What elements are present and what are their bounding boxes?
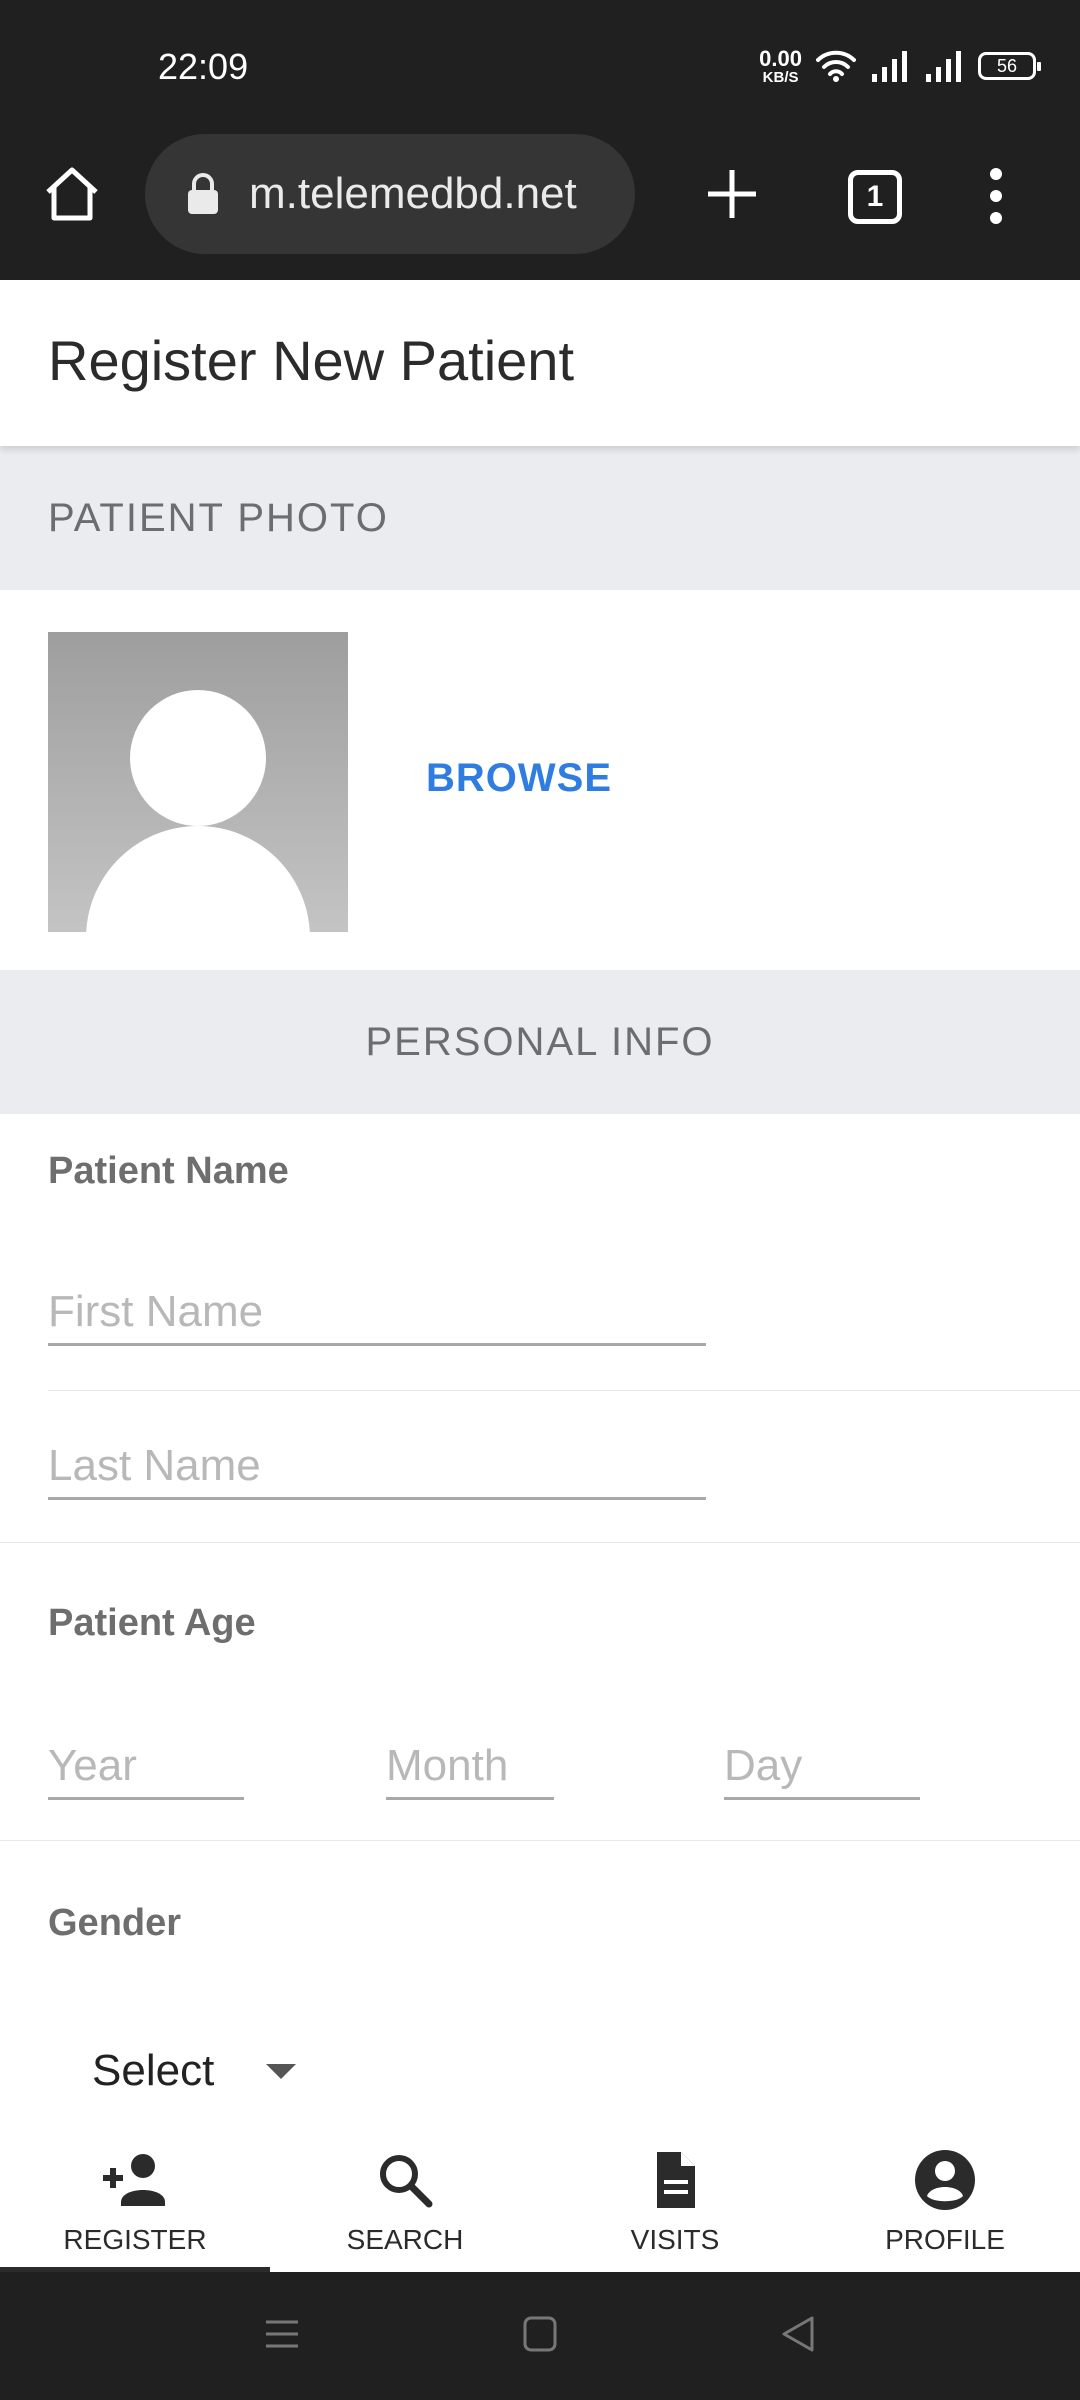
wifi-icon [816, 50, 856, 82]
divider [0, 1542, 1080, 1543]
signal-icon-2 [926, 51, 961, 82]
nav-register[interactable]: REGISTER [0, 2128, 270, 2272]
gender-select[interactable]: Select [92, 2046, 297, 2096]
more-vert-icon[interactable] [982, 164, 1010, 228]
divider [0, 1840, 1080, 1841]
avatar-head [130, 690, 266, 826]
personal-info-section-header: PERSONAL INFO [0, 970, 1080, 1114]
browser-toolbar: m.telemedbd.net 1 [0, 130, 1080, 280]
personal-info-title: PERSONAL INFO [365, 1019, 715, 1064]
search-icon [380, 2155, 433, 2208]
nav-register-label: REGISTER [63, 2224, 207, 2255]
person-add-icon [103, 2154, 165, 2206]
gender-label: Gender [48, 1902, 182, 1944]
patient-age-label: Patient Age [48, 1602, 256, 1644]
network-speed-value: 0.00 [759, 45, 802, 71]
patient-photo-section-header: PATIENT PHOTO [0, 446, 1080, 590]
status-time: 22:09 [158, 46, 249, 87]
age-year-input[interactable]: Year [48, 1730, 244, 1800]
gender-select-value: Select [92, 2046, 215, 2095]
battery-level: 56 [996, 55, 1018, 76]
avatar-body [86, 826, 310, 932]
status-icons: 0.00 KB/S 56 [759, 44, 1041, 88]
battery-icon: 56 [978, 52, 1041, 80]
tab-count: 1 [866, 180, 884, 213]
document-icon [657, 2152, 695, 2208]
first-name-input[interactable]: First Name [48, 1276, 706, 1346]
page-title: Register New Patient [48, 329, 575, 392]
divider [48, 1390, 1080, 1391]
browse-button[interactable]: BROWSE [426, 756, 612, 801]
system-navigation-bar [0, 2272, 1080, 2400]
age-day-input[interactable]: Day [724, 1730, 920, 1800]
back-icon[interactable] [778, 2312, 818, 2356]
network-speed: 0.00 KB/S [759, 45, 802, 86]
nav-search-label: SEARCH [346, 2224, 464, 2255]
bottom-navigation: REGISTER SEARCH VISITS PROFILE [0, 2128, 1080, 2272]
nav-visits-label: VISITS [630, 2224, 720, 2255]
account-circle-icon [915, 2150, 975, 2210]
recent-apps-icon[interactable] [262, 2312, 302, 2356]
nav-profile-label: PROFILE [885, 2224, 1005, 2255]
nav-search[interactable]: SEARCH [270, 2128, 540, 2272]
home-button-icon[interactable] [520, 2312, 560, 2356]
network-speed-unit: KB/S [762, 68, 799, 86]
url-text: m.telemedbd.net [249, 169, 577, 218]
patient-photo-placeholder [48, 632, 348, 932]
lock-icon [188, 173, 218, 214]
dropdown-arrow-icon [266, 2063, 297, 2079]
nav-profile[interactable]: PROFILE [810, 2128, 1080, 2272]
address-bar[interactable]: m.telemedbd.net [145, 134, 635, 254]
nav-visits[interactable]: VISITS [540, 2128, 810, 2272]
age-month-input[interactable]: Month [386, 1730, 554, 1800]
home-icon[interactable] [40, 162, 104, 226]
new-tab-icon[interactable] [700, 162, 764, 226]
page-header: Register New Patient [0, 280, 1080, 446]
signal-icon [872, 51, 907, 82]
patient-name-label: Patient Name [48, 1150, 289, 1192]
patient-photo-title: PATIENT PHOTO [48, 495, 389, 540]
status-bar: 22:09 0.00 KB/S 56 [0, 0, 1080, 130]
tab-switcher-button[interactable]: 1 [848, 170, 902, 224]
last-name-input[interactable]: Last Name [48, 1430, 706, 1500]
